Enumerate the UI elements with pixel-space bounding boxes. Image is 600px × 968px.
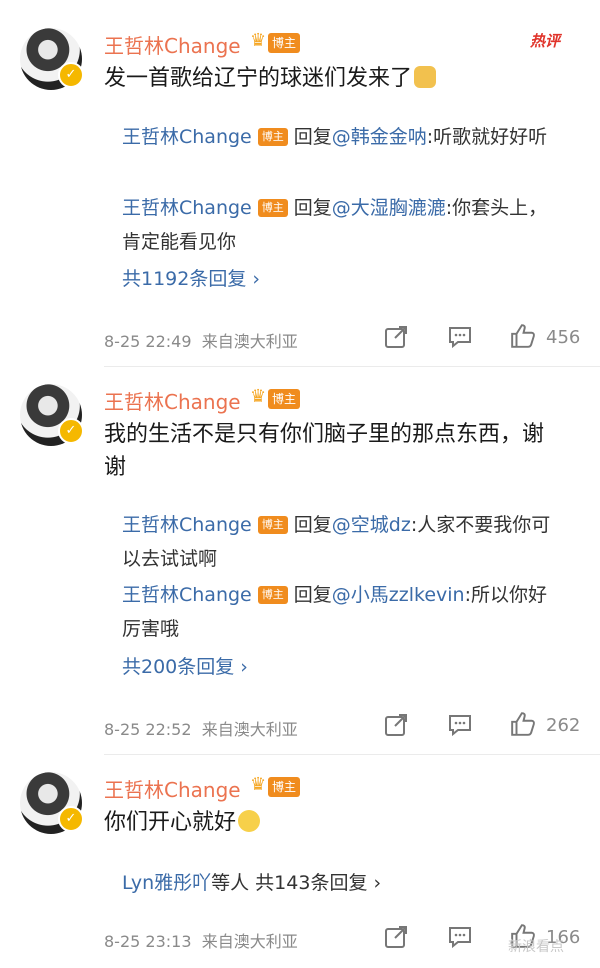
share-icon[interactable] xyxy=(384,925,408,949)
verified-icon: ✓ xyxy=(58,806,84,832)
reply-target[interactable]: @大湿胸漉漉 xyxy=(332,197,446,219)
verified-icon: ✓ xyxy=(58,418,84,444)
reply-word: 回复 xyxy=(293,197,332,219)
reply-content: :听歌就好好听 xyxy=(426,126,548,148)
source-location: 来自澳大利亚 xyxy=(201,332,298,351)
author-name[interactable]: 王哲林Change xyxy=(104,774,241,803)
comment-meta: 8-25 22:49 来自澳大利亚 xyxy=(104,328,298,352)
comment-icon[interactable] xyxy=(448,325,472,349)
smile-emoji-icon xyxy=(238,810,261,832)
blogger-badge: 博主 xyxy=(268,33,301,53)
comment-icon[interactable] xyxy=(448,925,472,949)
reply-word: 回复 xyxy=(293,126,332,148)
more-replies-link[interactable]: 共200条回复 › xyxy=(122,652,248,679)
divider xyxy=(104,366,600,367)
reply-badge: 博主 xyxy=(257,199,288,217)
reply-1[interactable]: 王哲林Change 博主 回复@韩金金呐:听歌就好好听 xyxy=(122,120,562,154)
share-icon[interactable] xyxy=(384,325,408,349)
crown-icon: ♛ xyxy=(250,774,267,795)
author-name[interactable]: 王哲林Change xyxy=(104,30,241,59)
reply-2[interactable]: 王哲林Change 博主 回复@小馬zzlkevin:所以你好厉害哦 xyxy=(122,578,562,646)
reply-2[interactable]: 王哲林Change 博主 回复@大湿胸漉漉:你套头上，肯定能看见你 xyxy=(122,191,562,259)
source-location: 来自澳大利亚 xyxy=(201,932,298,951)
reply-target[interactable]: @空城dz xyxy=(332,514,411,536)
like-count: 456 xyxy=(546,327,581,348)
author-name[interactable]: 王哲林Change xyxy=(104,386,241,415)
share-icon[interactable] xyxy=(384,713,408,737)
avatar[interactable]: ✓ xyxy=(20,384,84,446)
avatar[interactable]: ✓ xyxy=(20,772,84,834)
comment-text: 发一首歌给辽宁的球迷们发来了 xyxy=(104,62,574,95)
blogger-badge: 博主 xyxy=(268,389,301,409)
reply-badge: 博主 xyxy=(257,128,288,146)
reply-word: 回复 xyxy=(293,514,332,536)
avatar[interactable]: ✓ xyxy=(20,28,84,90)
comment-icon[interactable] xyxy=(448,713,472,737)
reply-author[interactable]: 王哲林Change xyxy=(122,584,252,606)
reply-author[interactable]: 王哲林Change xyxy=(122,514,252,536)
comment-text: 你们开心就好 xyxy=(104,806,574,839)
like-count: 262 xyxy=(546,715,581,736)
reply-1[interactable]: 王哲林Change 博主 回复@空城dz:人家不要我你可以去试试啊 xyxy=(122,508,562,576)
reply-badge: 博主 xyxy=(257,516,288,534)
timestamp: 8-25 23:13 xyxy=(104,932,192,951)
timestamp: 8-25 22:49 xyxy=(104,332,192,351)
reply-author[interactable]: 王哲林Change xyxy=(122,126,252,148)
reply-word: 回复 xyxy=(293,584,332,606)
divider xyxy=(104,754,600,755)
crown-icon: ♛ xyxy=(250,30,267,51)
comment-meta: 8-25 23:13 来自澳大利亚 xyxy=(104,928,298,952)
crown-icon: ♛ xyxy=(250,386,267,407)
watermark: 新浪看点 xyxy=(508,939,564,955)
like-icon[interactable] xyxy=(510,711,536,737)
blogger-badge: 博主 xyxy=(268,777,301,797)
reply-author[interactable]: 王哲林Change xyxy=(122,197,252,219)
hot-comment-label: 热评 xyxy=(530,32,561,50)
reply-summary-name[interactable]: Lyn雅彤吖 xyxy=(122,872,211,894)
cat-emoji-icon xyxy=(414,66,437,88)
like-icon[interactable] xyxy=(510,323,536,349)
timestamp: 8-25 22:52 xyxy=(104,720,192,739)
comment-meta: 8-25 22:52 来自澳大利亚 xyxy=(104,716,298,740)
more-replies-link[interactable]: Lyn雅彤吖等人 共143条回复 › xyxy=(122,868,381,895)
comment-text: 我的生活不是只有你们脑子里的那点东西，谢谢 xyxy=(104,422,545,480)
source-location: 来自澳大利亚 xyxy=(201,720,298,739)
reply-summary-rest[interactable]: 等人 共143条回复 › xyxy=(211,872,381,894)
reply-target[interactable]: @小馬zzlkevin xyxy=(332,584,465,606)
reply-badge: 博主 xyxy=(257,586,288,604)
verified-icon: ✓ xyxy=(58,62,84,88)
reply-target[interactable]: @韩金金呐 xyxy=(332,126,427,148)
more-replies-link[interactable]: 共1192条回复 › xyxy=(122,264,260,291)
